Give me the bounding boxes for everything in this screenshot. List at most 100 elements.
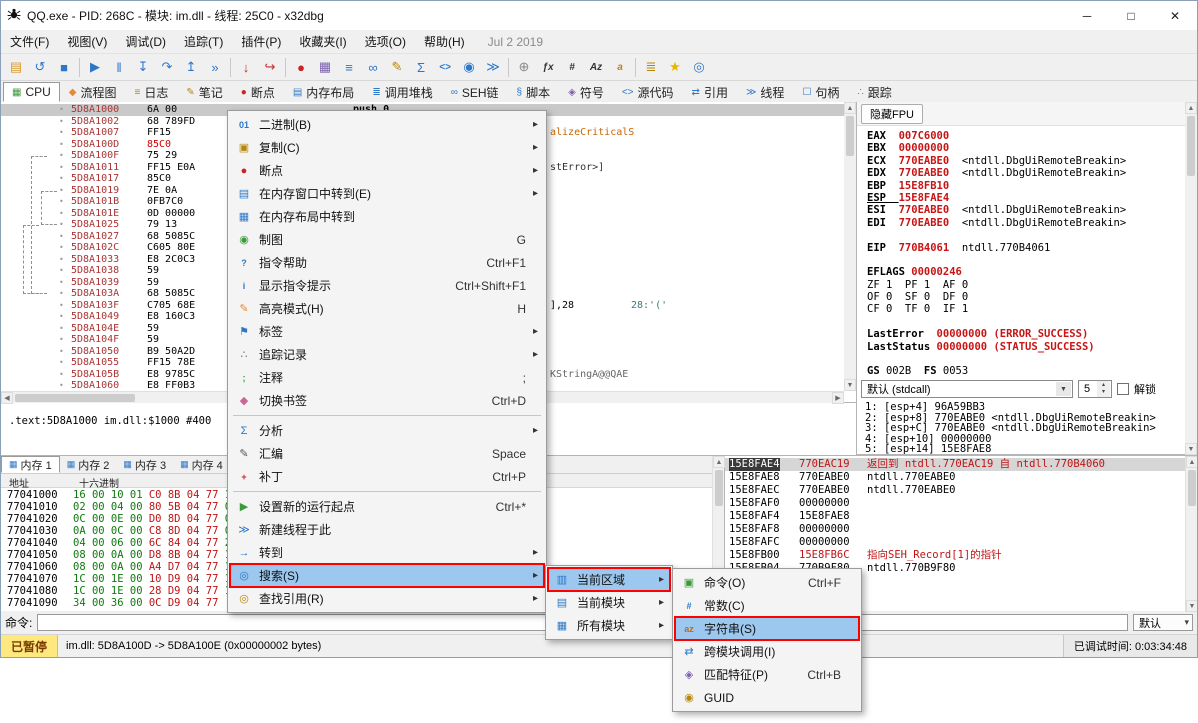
stack-row[interactable]: 15E8FAF800000000 [725, 523, 1186, 536]
scroll-up-icon[interactable]: ▲ [713, 456, 725, 468]
breakpoint-dot-icon[interactable]: • [59, 196, 64, 208]
stack-row[interactable]: 15E8FAF415E8FAE8 [725, 510, 1186, 523]
menubar-item-6[interactable]: 选项(O) [356, 30, 415, 53]
register-line[interactable]: EDX 770EABE0 <ntdll.DbgUiRemoteBreakin> [867, 167, 1126, 179]
view-tab-trace[interactable]: ∴跟踪 [848, 82, 900, 102]
toolbar-execute-till-return-button[interactable]: ↥ [179, 56, 203, 79]
toolbar-step-into-button[interactable]: ↧ [131, 56, 155, 79]
breakpoint-dot-icon[interactable]: • [59, 208, 64, 220]
menu-item-highlight-mode[interactable]: ✎高亮模式(H)H [230, 297, 544, 320]
toolbar-restart-button[interactable]: ↺ [28, 56, 52, 79]
breakpoint-dot-icon[interactable]: • [59, 323, 64, 335]
breakpoint-dot-icon[interactable]: • [59, 219, 64, 231]
breakpoint-dot-icon[interactable]: • [59, 254, 64, 266]
breakpoint-dot-icon[interactable]: • [59, 334, 64, 346]
menubar-item-5[interactable]: 收藏夹(I) [290, 30, 355, 53]
stack-row[interactable]: 15E8FAE8770EABE0ntdll.770EABE0 [725, 471, 1186, 484]
register-line[interactable]: ESP 15E8FAE4 [867, 192, 1126, 204]
breakpoint-dot-icon[interactable]: • [59, 300, 64, 312]
menu-item-command[interactable]: ▣命令(O)Ctrl+F [675, 571, 859, 594]
menu-item-analysis[interactable]: Σ分析▸ [230, 419, 544, 442]
view-tab-handles[interactable]: ☐句柄 [793, 82, 848, 102]
breakpoint-dot-icon[interactable]: • [59, 277, 64, 289]
breakpoint-dot-icon[interactable]: • [59, 288, 64, 300]
menu-item-binary[interactable]: 01二进制(B)▸ [230, 113, 544, 136]
menu-item-toggle-bookmark[interactable]: ◆切换书签Ctrl+D [230, 389, 544, 412]
view-tab-cpu[interactable]: ▦CPU [3, 82, 60, 102]
scroll-up-icon[interactable]: ▲ [1186, 456, 1198, 468]
register-line[interactable] [867, 229, 1126, 241]
menu-item-assemble[interactable]: ✎汇编Space [230, 442, 544, 465]
menubar-item-1[interactable]: 视图(V) [58, 30, 116, 53]
disasm-vertical-scrollbar[interactable]: ▲ ▼ [844, 102, 856, 391]
menu-item-set-new-origin[interactable]: ▶设置新的运行起点Ctrl+* [230, 495, 544, 518]
menu-item-copy[interactable]: ▣复制(C)▸ [230, 136, 544, 159]
breakpoint-dot-icon[interactable]: • [59, 104, 64, 116]
toolbar-open-file-button[interactable]: ▤ [4, 56, 28, 79]
menu-item-label[interactable]: ⚑标签▸ [230, 320, 544, 343]
register-line[interactable]: EBP 15E8FB10 [867, 180, 1126, 192]
register-line[interactable]: ECX 770EABE0 <ntdll.DbgUiRemoteBreakin> [867, 155, 1126, 167]
view-tab-breakpoints[interactable]: ●断点 [232, 82, 284, 102]
toolbar-step-over-button[interactable]: ↷ [155, 56, 179, 79]
breakpoint-dot-icon[interactable]: • [59, 116, 64, 128]
toolbar-call-stack-button[interactable]: ≡ [337, 56, 361, 79]
scroll-thumb[interactable] [715, 470, 723, 506]
toolbar-memory-map-button[interactable]: ▦ [313, 56, 337, 79]
breakpoint-dot-icon[interactable]: • [59, 265, 64, 277]
menu-item-search[interactable]: ◎搜索(S)▸ [230, 564, 544, 587]
stack-scrollbar[interactable]: ▲ ▼ [1185, 456, 1197, 612]
menubar-item-4[interactable]: 插件(P) [232, 30, 290, 53]
menubar-item-0[interactable]: 文件(F) [1, 30, 58, 53]
menu-item-current-region[interactable]: ▥当前区域▸ [548, 568, 670, 591]
scroll-thumb[interactable] [1187, 116, 1195, 176]
toolbar-pause-button[interactable]: ‖ [107, 56, 131, 79]
stack-row[interactable]: 15E8FB0015E8FB6C指向SEH_Record[1]的指针 [725, 549, 1186, 562]
stack-row[interactable]: 15E8FAFC00000000 [725, 536, 1186, 549]
breakpoint-dot-icon[interactable]: • [59, 380, 64, 392]
toolbar-seh-chain-button[interactable]: ∞ [361, 56, 385, 79]
calling-convention-select[interactable]: 默认 (stdcall) ▼ [861, 380, 1073, 398]
scroll-thumb[interactable] [846, 116, 854, 156]
breakpoint-dot-icon[interactable]: • [59, 346, 64, 358]
view-tab-threads[interactable]: ≫线程 [737, 82, 793, 102]
view-tab-source[interactable]: <>源代码 [613, 82, 683, 102]
toolbar-search-toolbar-button[interactable]: ◎ [687, 56, 711, 79]
toolbar-number-format-button[interactable]: # [560, 56, 584, 79]
view-tab-symbols[interactable]: ◈符号 [559, 82, 613, 102]
dump-tab-3[interactable]: ▦内存 4 [173, 456, 230, 473]
registers-scrollbar[interactable]: ▲ ▼ [1185, 102, 1197, 455]
scroll-thumb[interactable] [15, 394, 135, 402]
menu-item-guid[interactable]: ◉GUID [675, 686, 859, 709]
menu-item-instruction-help[interactable]: ?指令帮助Ctrl+F1 [230, 251, 544, 274]
unlock-checkbox[interactable] [1117, 383, 1129, 395]
menu-item-graph[interactable]: ◉制图G [230, 228, 544, 251]
registers-pane[interactable]: 隐藏FPU EAX 007C6000EBX 00000000ECX 770EAB… [856, 102, 1197, 455]
menu-item-patch[interactable]: +补丁Ctrl+P [230, 465, 544, 488]
register-line[interactable] [867, 316, 1126, 328]
register-line[interactable]: LastStatus 00000000 (STATUS_SUCCESS) [867, 341, 1126, 353]
menu-item-show-mnemonic-brief[interactable]: i显示指令提示Ctrl+Shift+F1 [230, 274, 544, 297]
spinner-arrows-icon[interactable]: ▴▾ [1097, 381, 1110, 397]
stack-row[interactable]: 15E8FAE4770EAC19返回到 ntdll.770EAC19 自 ntd… [725, 458, 1186, 471]
breakpoint-dot-icon[interactable]: • [59, 150, 64, 162]
menu-item-constant[interactable]: #常数(C) [675, 594, 859, 617]
menu-item-string-references[interactable]: az字符串(S) [675, 617, 859, 640]
breakpoint-dot-icon[interactable]: • [59, 162, 64, 174]
menu-item-goto-memory-map[interactable]: ▦在内存布局中转到 [230, 205, 544, 228]
menu-item-find-references[interactable]: ◎查找引用(R)▸ [230, 587, 544, 610]
register-line[interactable]: EDI 770EABE0 <ntdll.DbgUiRemoteBreakin> [867, 217, 1126, 229]
dump-tab-0[interactable]: ▦内存 1 [1, 456, 60, 473]
register-line[interactable]: CF 0 TF 0 IF 1 [867, 303, 1126, 315]
view-tab-memory-map[interactable]: ▤内存布局 [284, 82, 363, 102]
toolbar-source-button[interactable]: <> [433, 56, 457, 79]
toolbar-run-button[interactable]: ▶ [83, 56, 107, 79]
breakpoint-dot-icon[interactable]: • [59, 369, 64, 381]
toolbar-trace-into-button[interactable]: ↓ [234, 56, 258, 79]
menu-item-trace-record[interactable]: ∴追踪记录▸ [230, 343, 544, 366]
register-line[interactable]: EIP 770B4061 ntdll.770B4061 [867, 242, 1126, 254]
breakpoint-dot-icon[interactable]: • [59, 242, 64, 254]
menu-item-comment[interactable]: ;注释; [230, 366, 544, 389]
scroll-up-icon[interactable]: ▲ [844, 102, 856, 114]
toolbar-case-upper-button[interactable]: Az [584, 56, 608, 79]
